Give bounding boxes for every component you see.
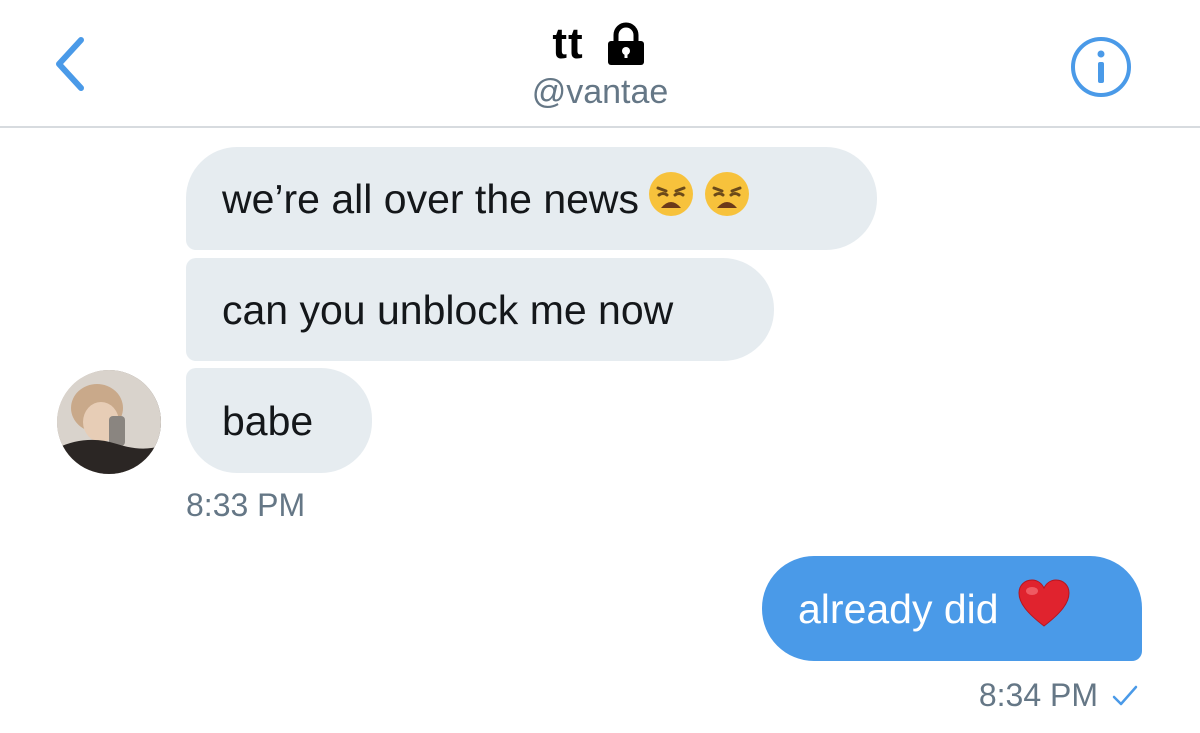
outgoing-timestamp-row: 8:34 PM [979,677,1138,714]
info-icon [1071,37,1131,97]
lock-icon [604,22,648,66]
avatar-photo [57,370,161,474]
conversation-handle: @vantae [531,73,669,111]
message-text: we’re all over the news [222,175,640,222]
message-bubble-incoming[interactable]: babe [186,368,372,473]
message-text: already did [798,585,999,632]
message-text: babe [222,397,314,444]
dm-conversation-screen: tt @vantae we’re all over the news can y… [0,0,1200,733]
conversation-title-block: tt @vantae [0,14,1200,110]
message-bubble-incoming[interactable]: can you unblock me now [186,258,774,361]
checkmark-icon [1112,685,1138,705]
message-text: can you unblock me now [222,286,674,333]
outgoing-timestamp: 8:34 PM [978,677,1098,713]
info-button[interactable] [1070,36,1132,98]
conversation-header: tt @vantae [0,0,1200,128]
weary-face-emoji [703,170,751,228]
message-bubble-outgoing[interactable]: already did [762,556,1142,661]
conversation-title: tt [552,19,584,68]
message-bubble-incoming[interactable]: we’re all over the news [186,147,877,250]
incoming-timestamp: 8:33 PM [186,487,306,523]
red-heart-emoji [1017,578,1071,639]
avatar[interactable] [57,370,161,474]
weary-face-emoji [647,170,695,228]
